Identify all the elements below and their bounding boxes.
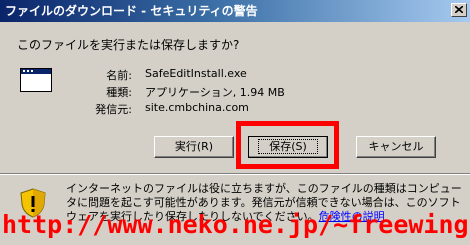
- divider: [0, 173, 470, 175]
- question-text: このファイルを実行または保存しますか?: [17, 38, 240, 52]
- type-label: 種類:: [106, 86, 132, 99]
- watermark-url: http://www.neko.ne.jp/~freewing/: [2, 210, 470, 239]
- from-value: site.cmbchina.com: [145, 101, 249, 114]
- name-label: 名前:: [106, 69, 132, 82]
- close-button[interactable]: [451, 3, 467, 17]
- title-bar: ファイルのダウンロード - セキュリティの警告: [0, 0, 470, 22]
- close-icon: [455, 6, 463, 13]
- save-highlight-box: [236, 121, 339, 169]
- from-label: 発信元:: [95, 103, 132, 116]
- cancel-button[interactable]: キャンセル: [356, 136, 436, 158]
- name-value: SafeEditInstall.exe: [145, 67, 247, 80]
- application-window-icon: [20, 68, 52, 92]
- window-title: ファイルのダウンロード - セキュリティの警告: [5, 4, 258, 18]
- run-button[interactable]: 実行(R): [154, 136, 234, 158]
- file-download-security-dialog: ファイルのダウンロード - セキュリティの警告 このファイルを実行または保存しま…: [0, 0, 470, 245]
- type-value: アプリケーション, 1.94 MB: [145, 86, 285, 99]
